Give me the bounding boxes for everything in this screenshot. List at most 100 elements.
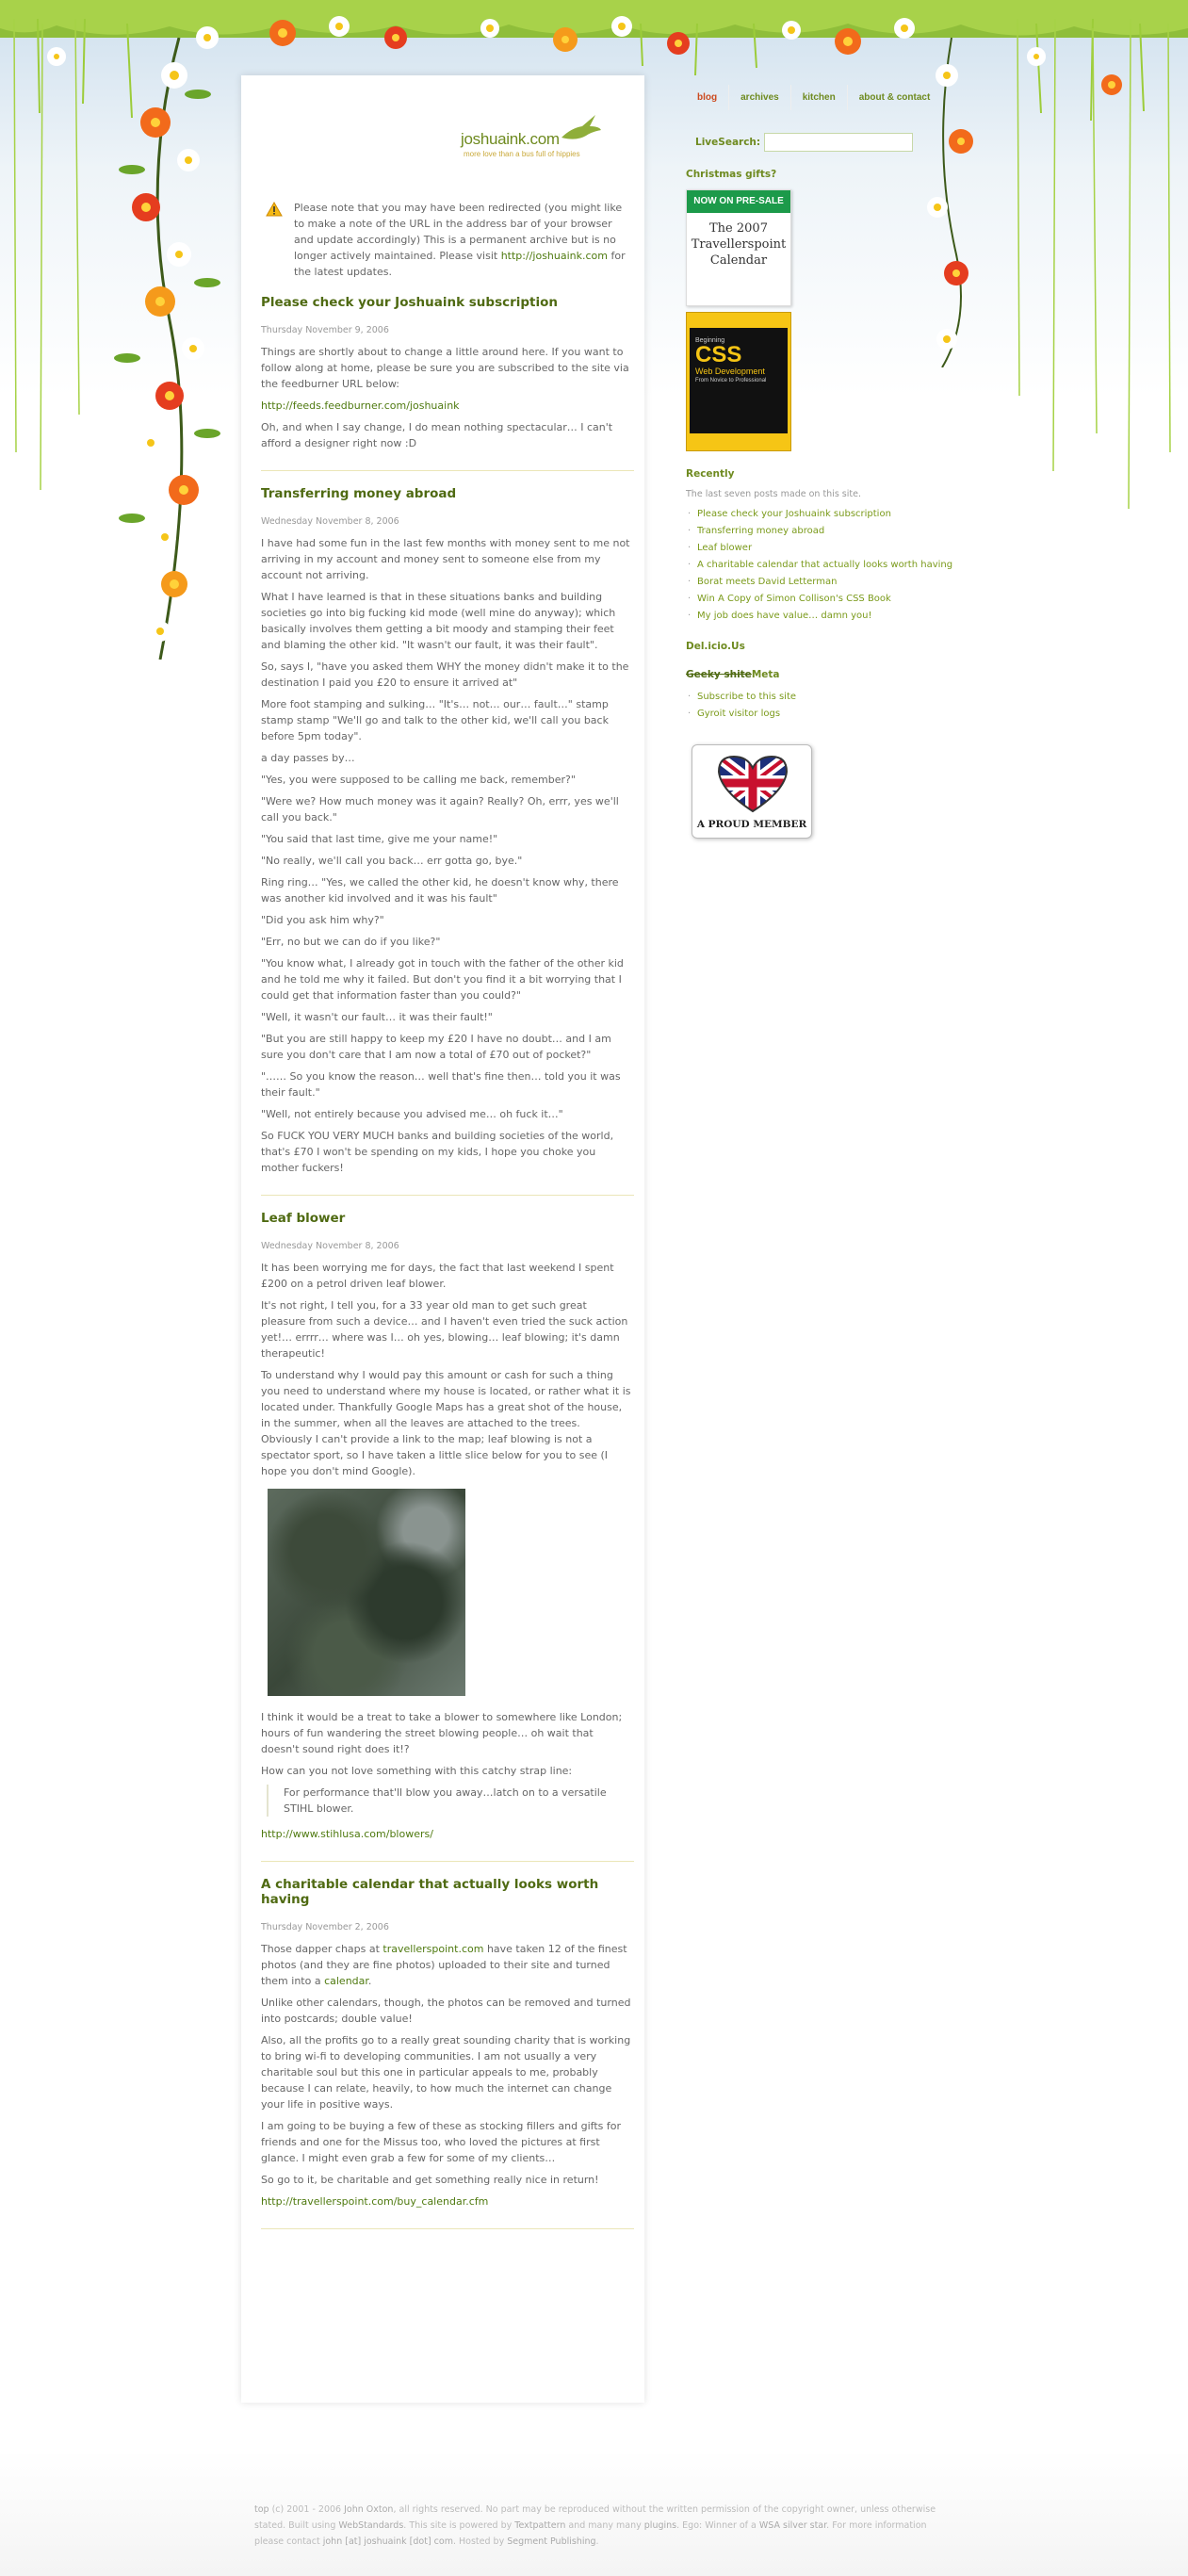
list-item: Transferring money abroad — [688, 524, 959, 539]
post-paragraph: How can you not love something with this… — [261, 1765, 573, 1777]
post-paragraph: "…… So you know the reason… well that's … — [261, 1070, 621, 1099]
nav-blog[interactable]: blog — [686, 85, 728, 110]
calendar-link[interactable]: calendar — [324, 1975, 368, 1987]
buy-calendar-link[interactable]: http://travellerspoint.com/buy_calendar.… — [261, 2195, 488, 2208]
subscribe-link[interactable]: Subscribe to this site — [697, 692, 796, 702]
archive-notice: Please note that you may have been redir… — [261, 200, 634, 280]
post-title[interactable]: A charitable calendar that actually look… — [261, 1877, 634, 1907]
wsa-link[interactable]: WSA silver star — [759, 2520, 826, 2531]
calendar-line: The 2007 — [709, 221, 768, 236]
nav-archives[interactable]: archives — [728, 85, 790, 110]
list-item: Gyroit visitor logs — [688, 707, 959, 722]
nav-about-contact[interactable]: about & contact — [846, 85, 942, 110]
post-paragraph: "Yes, you were supposed to be calling me… — [261, 774, 576, 786]
recent-post-link[interactable]: Leaf blower — [697, 543, 752, 553]
travellerspoint-link[interactable]: travellerspoint.com — [382, 1943, 483, 1955]
visitor-logs-link[interactable]: Gyroit visitor logs — [697, 709, 780, 719]
main-content: joshuaink.com more love than a bus full … — [261, 77, 634, 2242]
meta-heading: Geeky shiteMeta — [686, 669, 959, 680]
post-paragraph: "You know what, I already got in touch w… — [261, 957, 624, 1002]
post-paragraph: So, says I, "have you asked them WHY the… — [261, 660, 629, 689]
recent-post-link[interactable]: Borat meets David Letterman — [697, 577, 837, 587]
book-sub: Web Development — [695, 367, 765, 376]
list-item: My job does have value… damn you! — [688, 609, 959, 624]
calendar-ad[interactable]: NOW ON PRE-SALE The 2007 Travellerspoint… — [686, 189, 791, 306]
footer: top (c) 2001 - 2006 John Oxton, all righ… — [254, 2502, 942, 2550]
post-paragraph: So go to it, be charitable and get somet… — [261, 2174, 599, 2186]
recent-post-link[interactable]: Transferring money abroad — [697, 526, 824, 536]
text: . — [367, 1975, 372, 1987]
email-link[interactable]: john [at] joshuaink [dot] com — [323, 2536, 453, 2547]
post-paragraph: Oh, and when I say change, I do mean not… — [261, 421, 613, 449]
badge-text: A PROUD MEMBER — [696, 819, 807, 830]
text: Those dapper chaps at — [261, 1943, 383, 1955]
post-paragraph: I have had some fun in the last few mont… — [261, 537, 630, 581]
recently-description: The last seven posts made on this site. — [686, 489, 861, 499]
geeky-text: Geeky shite — [686, 669, 752, 680]
host-link[interactable]: Segment Publishing — [507, 2536, 595, 2547]
aerial-map-image — [268, 1489, 465, 1696]
feedburner-link[interactable]: http://feeds.feedburner.com/joshuaink — [261, 399, 460, 412]
site-logo[interactable]: joshuaink.com — [461, 130, 560, 149]
delicious-heading: Del.icio.Us — [686, 641, 745, 652]
recent-posts-list: Please check your Joshuaink subscription… — [686, 507, 959, 624]
post-paragraph: "Well, not entirely because you advised … — [261, 1108, 563, 1120]
post-paragraph: It has been worrying me for days, the fa… — [261, 1262, 614, 1290]
post-paragraph: To understand why I would pay this amoun… — [261, 1369, 631, 1477]
meta-list: Subscribe to this site Gyroit visitor lo… — [686, 690, 959, 722]
post-paragraph: I am going to be buying a few of these a… — [261, 2120, 621, 2164]
author-link[interactable]: John Oxton — [344, 2504, 393, 2515]
recently-heading: Recently — [686, 468, 735, 480]
live-search: LiveSearch: — [686, 133, 959, 152]
search-label: LiveSearch: — [695, 137, 761, 148]
list-item: Win A Copy of Simon Collison's CSS Book — [688, 592, 959, 607]
post-paragraph: "Err, no but we can do if you like?" — [261, 936, 441, 948]
footer-text: . This site is powered by — [403, 2520, 515, 2531]
calendar-ad-title: The 2007 Travellerspoint Calendar — [687, 213, 790, 269]
list-item: Leaf blower — [688, 541, 959, 556]
post-paragraph: a day passes by… — [261, 752, 355, 764]
search-input[interactable] — [764, 133, 914, 152]
post-paragraph: "Well, it wasn't our fault… it was their… — [261, 1011, 493, 1023]
calendar-line: Calendar — [709, 253, 768, 268]
recent-post-link[interactable]: Please check your Joshuaink subscription — [697, 509, 891, 519]
blockquote: For performance that'll blow you away…la… — [267, 1785, 634, 1817]
footer-text: . Ego: Winner of a — [676, 2520, 759, 2531]
footer-text: . Hosted by — [452, 2536, 508, 2547]
post-subscription: Please check your Joshuaink subscription… — [261, 295, 634, 471]
notice-link[interactable]: http://joshuaink.com — [501, 250, 608, 262]
post-title[interactable]: Leaf blower — [261, 1211, 634, 1226]
css-book-ad[interactable]: Beginning CSS Web Development From Novic… — [686, 312, 791, 451]
post-paragraph: I think it would be a treat to take a bl… — [261, 1711, 623, 1755]
list-item: A charitable calendar that actually look… — [688, 558, 959, 573]
calendar-line: Travellerspoint — [691, 237, 787, 252]
post-transferring-money: Transferring money abroad Wednesday Nove… — [261, 486, 634, 1196]
post-paragraph: "Did you ask him why?" — [261, 914, 384, 926]
post-title[interactable]: Please check your Joshuaink subscription — [261, 295, 634, 310]
post-paragraph: Ring ring… "Yes, we called the other kid… — [261, 876, 619, 905]
webstandards-link[interactable]: WebStandards — [338, 2520, 403, 2531]
top-link[interactable]: top — [254, 2504, 269, 2515]
post-paragraph: "No really, we'll call you back… err got… — [261, 855, 523, 867]
list-item: Subscribe to this site — [688, 690, 959, 705]
post-paragraph: So FUCK YOU VERY MUCH banks and building… — [261, 1130, 614, 1174]
meta-text: Meta — [751, 669, 780, 680]
post-title[interactable]: Transferring money abroad — [261, 486, 634, 501]
recent-post-link[interactable]: Win A Copy of Simon Collison's CSS Book — [697, 594, 891, 604]
christmas-heading: Christmas gifts? — [686, 169, 777, 180]
proud-member-badge[interactable]: A PROUD MEMBER — [692, 744, 812, 839]
post-paragraph: "You said that last time, give me your n… — [261, 833, 498, 845]
post-leaf-blower: Leaf blower Wednesday November 8, 2006 I… — [261, 1211, 634, 1862]
list-item: Please check your Joshuaink subscription — [688, 507, 959, 522]
recent-post-link[interactable]: My job does have value… damn you! — [697, 611, 871, 621]
stihl-link[interactable]: http://www.stihlusa.com/blowers/ — [261, 1828, 433, 1840]
nav-kitchen[interactable]: kitchen — [789, 85, 847, 110]
far-left-grass-decoration — [13, 18, 80, 490]
book-cover: Beginning CSS Web Development From Novic… — [690, 328, 788, 433]
recent-post-link[interactable]: A charitable calendar that actually look… — [697, 560, 952, 570]
site-header: joshuaink.com more love than a bus full … — [261, 77, 634, 200]
plugins-link[interactable]: plugins — [644, 2520, 676, 2531]
book-tag: From Novice to Professional — [695, 378, 767, 383]
post-paragraph: "Were we? How much money was it again? R… — [261, 795, 619, 823]
textpattern-link[interactable]: Textpattern — [514, 2520, 565, 2531]
